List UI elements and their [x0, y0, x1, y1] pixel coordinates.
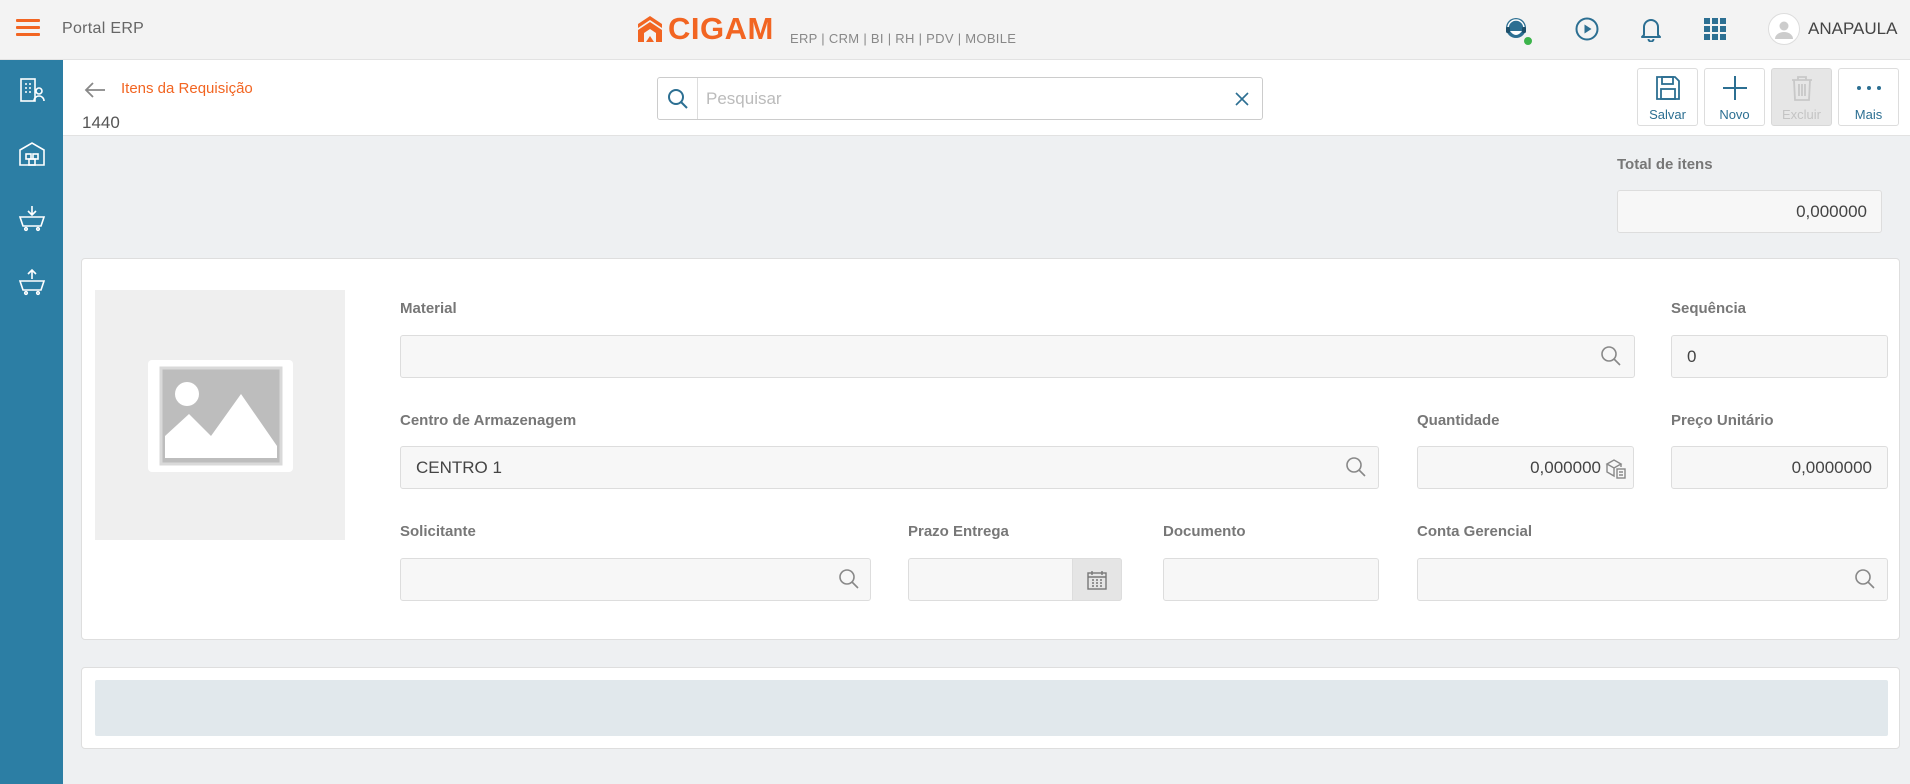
material-search-icon[interactable]: [1599, 344, 1623, 368]
search-icon[interactable]: [658, 78, 698, 119]
user-menu[interactable]: ANAPAULA: [1768, 13, 1897, 45]
more-dots-icon: [1856, 86, 1881, 90]
menu-icon[interactable]: [16, 19, 40, 39]
cart-download-icon[interactable]: [16, 202, 48, 234]
solicitante-search-icon[interactable]: [837, 567, 861, 591]
back-arrow-icon[interactable]: [83, 78, 107, 102]
cigam-logo-icon: [638, 16, 662, 42]
apps-grid-icon[interactable]: [1699, 13, 1731, 45]
solicitante-label: Solicitante: [400, 523, 476, 540]
logo-subtitle: ERP | CRM | BI | RH | PDV | MOBILE: [790, 31, 1017, 46]
delete-label: Excluir: [1781, 107, 1821, 122]
app-title: Portal ERP: [62, 20, 145, 37]
sequencia-label: Sequência: [1671, 300, 1747, 317]
material-label: Material: [400, 300, 457, 317]
product-image-placeholder[interactable]: [95, 290, 345, 540]
record-id: 1440: [82, 113, 120, 132]
preco-unitario-field[interactable]: 0,0000000: [1671, 446, 1888, 489]
logo-text: CIGAM: [668, 11, 774, 46]
image-placeholder-icon: [159, 366, 282, 466]
preco-unitario-label: Preço Unitário: [1671, 412, 1774, 429]
conta-gerencial-field[interactable]: [1417, 558, 1888, 601]
delete-button[interactable]: Excluir: [1771, 68, 1832, 126]
clear-search-icon[interactable]: [1232, 89, 1252, 109]
top-bar: Portal ERP CIGAM ERP | CRM | BI | RH | P…: [0, 0, 1910, 60]
centro-search-icon[interactable]: [1344, 455, 1368, 479]
plus-icon: [1722, 76, 1747, 100]
prazo-entrega-label: Prazo Entrega: [908, 523, 1009, 540]
save-label: Salvar: [1649, 107, 1686, 122]
total-items-field: 0,000000: [1617, 190, 1882, 233]
trash-icon: [1791, 76, 1812, 101]
search-box: [657, 77, 1263, 120]
solicitante-field[interactable]: [400, 558, 871, 601]
total-items-label: Total de itens: [1617, 156, 1713, 173]
save-button[interactable]: Salvar: [1637, 68, 1698, 126]
search-input[interactable]: [706, 78, 1206, 119]
centro-armazenagem-label: Centro de Armazenagem: [400, 412, 577, 429]
building-person-icon[interactable]: [16, 74, 48, 106]
bell-icon[interactable]: [1635, 13, 1667, 45]
quantidade-field[interactable]: 0,000000: [1417, 446, 1634, 489]
support-agent-icon[interactable]: [1500, 13, 1534, 47]
user-avatar-icon: [1768, 13, 1800, 45]
user-name: ANAPAULA: [1808, 19, 1898, 38]
online-status-dot: [1522, 35, 1534, 47]
play-icon[interactable]: [1571, 13, 1603, 45]
sidebar: [0, 60, 63, 784]
conta-search-icon[interactable]: [1853, 567, 1877, 591]
quantidade-label: Quantidade: [1417, 412, 1500, 429]
material-field[interactable]: [400, 335, 1635, 378]
new-label: Novo: [1719, 107, 1750, 122]
unit-conversion-icon[interactable]: [1604, 457, 1628, 481]
more-label: Mais: [1854, 107, 1883, 122]
warehouse-icon[interactable]: [16, 138, 48, 170]
calendar-icon[interactable]: [1072, 558, 1122, 601]
grid-header-bar: [95, 680, 1888, 736]
new-button[interactable]: Novo: [1704, 68, 1765, 126]
centro-armazenagem-field[interactable]: CENTRO 1: [400, 446, 1379, 489]
cigam-logo: CIGAM: [636, 12, 774, 46]
documento-label: Documento: [1163, 523, 1246, 540]
cart-upload-icon[interactable]: [16, 266, 48, 298]
save-icon: [1655, 76, 1680, 100]
documento-field[interactable]: [1163, 558, 1379, 601]
more-button[interactable]: Mais: [1838, 68, 1899, 126]
page-header: Itens da Requisição 1440 Salvar Novo Exc…: [63, 60, 1910, 136]
conta-gerencial-label: Conta Gerencial: [1417, 523, 1533, 540]
sequencia-field[interactable]: 0: [1671, 335, 1888, 378]
breadcrumb[interactable]: Itens da Requisição: [121, 80, 253, 97]
